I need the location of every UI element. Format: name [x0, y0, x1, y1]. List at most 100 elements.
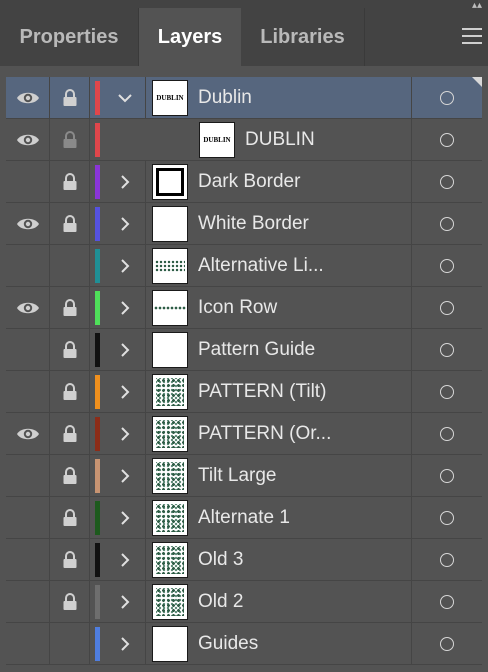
- layer-row[interactable]: DUBLIN Dublin: [6, 77, 482, 119]
- layer-row[interactable]: Old 2: [6, 581, 482, 623]
- lock-toggle[interactable]: [50, 371, 90, 412]
- target-button[interactable]: [412, 413, 482, 454]
- layer-name-cell[interactable]: Alternative Li...: [146, 245, 412, 286]
- target-button[interactable]: [412, 539, 482, 580]
- expand-layer-button[interactable]: [104, 413, 146, 454]
- lock-toggle[interactable]: [50, 77, 90, 118]
- layer-row[interactable]: Alternate 1: [6, 497, 482, 539]
- expand-layer-button[interactable]: [104, 623, 146, 664]
- visibility-toggle[interactable]: [6, 455, 50, 496]
- visibility-toggle[interactable]: [6, 119, 50, 160]
- lock-icon: [62, 340, 78, 359]
- lock-toggle[interactable]: [50, 539, 90, 580]
- sublayer-row[interactable]: DUBLIN DUBLIN: [6, 119, 482, 161]
- layer-name-cell[interactable]: DUBLIN DUBLIN: [146, 119, 412, 160]
- target-button[interactable]: [412, 203, 482, 244]
- lock-icon: [62, 88, 78, 107]
- lock-toggle[interactable]: [50, 119, 90, 160]
- visibility-toggle[interactable]: [6, 329, 50, 370]
- target-button[interactable]: [412, 371, 482, 412]
- expand-layer-button[interactable]: [104, 245, 146, 286]
- visibility-toggle[interactable]: [6, 623, 50, 664]
- layer-name-cell[interactable]: PATTERN (Tilt): [146, 371, 412, 412]
- visibility-toggle[interactable]: [6, 161, 50, 202]
- target-circle-icon: [440, 216, 454, 231]
- layer-name-cell[interactable]: Icon Row: [146, 287, 412, 328]
- lock-toggle[interactable]: [50, 203, 90, 244]
- collapse-panel-icon[interactable]: ▴▴: [472, 0, 482, 11]
- expand-layer-button[interactable]: [104, 203, 146, 244]
- lock-toggle[interactable]: [50, 161, 90, 202]
- expand-layer-button[interactable]: [104, 539, 146, 580]
- layer-name-cell[interactable]: DUBLIN Dublin: [146, 77, 412, 118]
- hamburger-menu-icon[interactable]: [462, 28, 482, 44]
- layer-row[interactable]: Alternative Li...: [6, 245, 482, 287]
- layer-color-swatch: [90, 77, 104, 118]
- target-button[interactable]: [412, 581, 482, 622]
- layer-color-swatch: [90, 329, 104, 370]
- target-button[interactable]: [412, 245, 482, 286]
- lock-toggle[interactable]: [50, 455, 90, 496]
- visibility-toggle[interactable]: [6, 287, 50, 328]
- visibility-toggle[interactable]: [6, 245, 50, 286]
- expand-layer-button[interactable]: [104, 287, 146, 328]
- layer-name-cell[interactable]: Tilt Large: [146, 455, 412, 496]
- lock-toggle[interactable]: [50, 581, 90, 622]
- layer-name-cell[interactable]: Guides: [146, 623, 412, 664]
- visibility-toggle[interactable]: [6, 413, 50, 454]
- panel-tab-bar: Properties Layers Libraries ▴▴: [0, 0, 488, 66]
- lock-toggle[interactable]: [50, 245, 90, 286]
- visibility-toggle[interactable]: [6, 203, 50, 244]
- layer-name: Tilt Large: [198, 464, 277, 486]
- target-circle-icon: [440, 384, 454, 399]
- layer-row[interactable]: Pattern Guide: [6, 329, 482, 371]
- layer-row[interactable]: Guides: [6, 623, 482, 665]
- target-button[interactable]: [412, 77, 482, 118]
- layer-name-cell[interactable]: White Border: [146, 203, 412, 244]
- target-button[interactable]: [412, 623, 482, 664]
- layer-name-cell[interactable]: PATTERN (Or...: [146, 413, 412, 454]
- layer-row[interactable]: PATTERN (Or...: [6, 413, 482, 455]
- tab-layers[interactable]: Layers: [139, 8, 241, 66]
- layer-row[interactable]: PATTERN (Tilt): [6, 371, 482, 413]
- target-button[interactable]: [412, 119, 482, 160]
- lock-toggle[interactable]: [50, 413, 90, 454]
- layer-name-cell[interactable]: Dark Border: [146, 161, 412, 202]
- layer-row[interactable]: Tilt Large: [6, 455, 482, 497]
- expand-layer-button[interactable]: [104, 581, 146, 622]
- tab-libraries[interactable]: Libraries: [241, 8, 365, 66]
- layer-row[interactable]: Old 3: [6, 539, 482, 581]
- visibility-toggle[interactable]: [6, 497, 50, 538]
- layer-name-cell[interactable]: Alternate 1: [146, 497, 412, 538]
- visibility-toggle[interactable]: [6, 539, 50, 580]
- expand-layer-button[interactable]: [104, 329, 146, 370]
- collapse-layer-button[interactable]: [104, 77, 146, 118]
- visibility-toggle[interactable]: [6, 371, 50, 412]
- layer-thumbnail: [152, 205, 188, 242]
- layer-row[interactable]: White Border: [6, 203, 482, 245]
- layer-color-swatch: [90, 287, 104, 328]
- layer-name-cell[interactable]: Pattern Guide: [146, 329, 412, 370]
- lock-toggle[interactable]: [50, 287, 90, 328]
- visibility-toggle[interactable]: [6, 77, 50, 118]
- expand-layer-button[interactable]: [104, 455, 146, 496]
- visibility-toggle[interactable]: [6, 581, 50, 622]
- tab-properties[interactable]: Properties: [0, 8, 139, 66]
- lock-toggle[interactable]: [50, 623, 90, 664]
- target-button[interactable]: [412, 497, 482, 538]
- layer-row[interactable]: Icon Row: [6, 287, 482, 329]
- target-button[interactable]: [412, 329, 482, 370]
- thumbnail-text: DUBLIN: [156, 93, 184, 102]
- expand-layer-button[interactable]: [104, 371, 146, 412]
- layer-name-cell[interactable]: Old 3: [146, 539, 412, 580]
- target-button[interactable]: [412, 455, 482, 496]
- lock-toggle[interactable]: [50, 497, 90, 538]
- expand-layer-button[interactable]: [104, 161, 146, 202]
- layer-name-cell[interactable]: Old 2: [146, 581, 412, 622]
- expand-layer-button[interactable]: [104, 497, 146, 538]
- target-button[interactable]: [412, 287, 482, 328]
- lock-toggle[interactable]: [50, 329, 90, 370]
- layer-row[interactable]: Dark Border: [6, 161, 482, 203]
- chevron-right-icon: [120, 636, 130, 652]
- target-button[interactable]: [412, 161, 482, 202]
